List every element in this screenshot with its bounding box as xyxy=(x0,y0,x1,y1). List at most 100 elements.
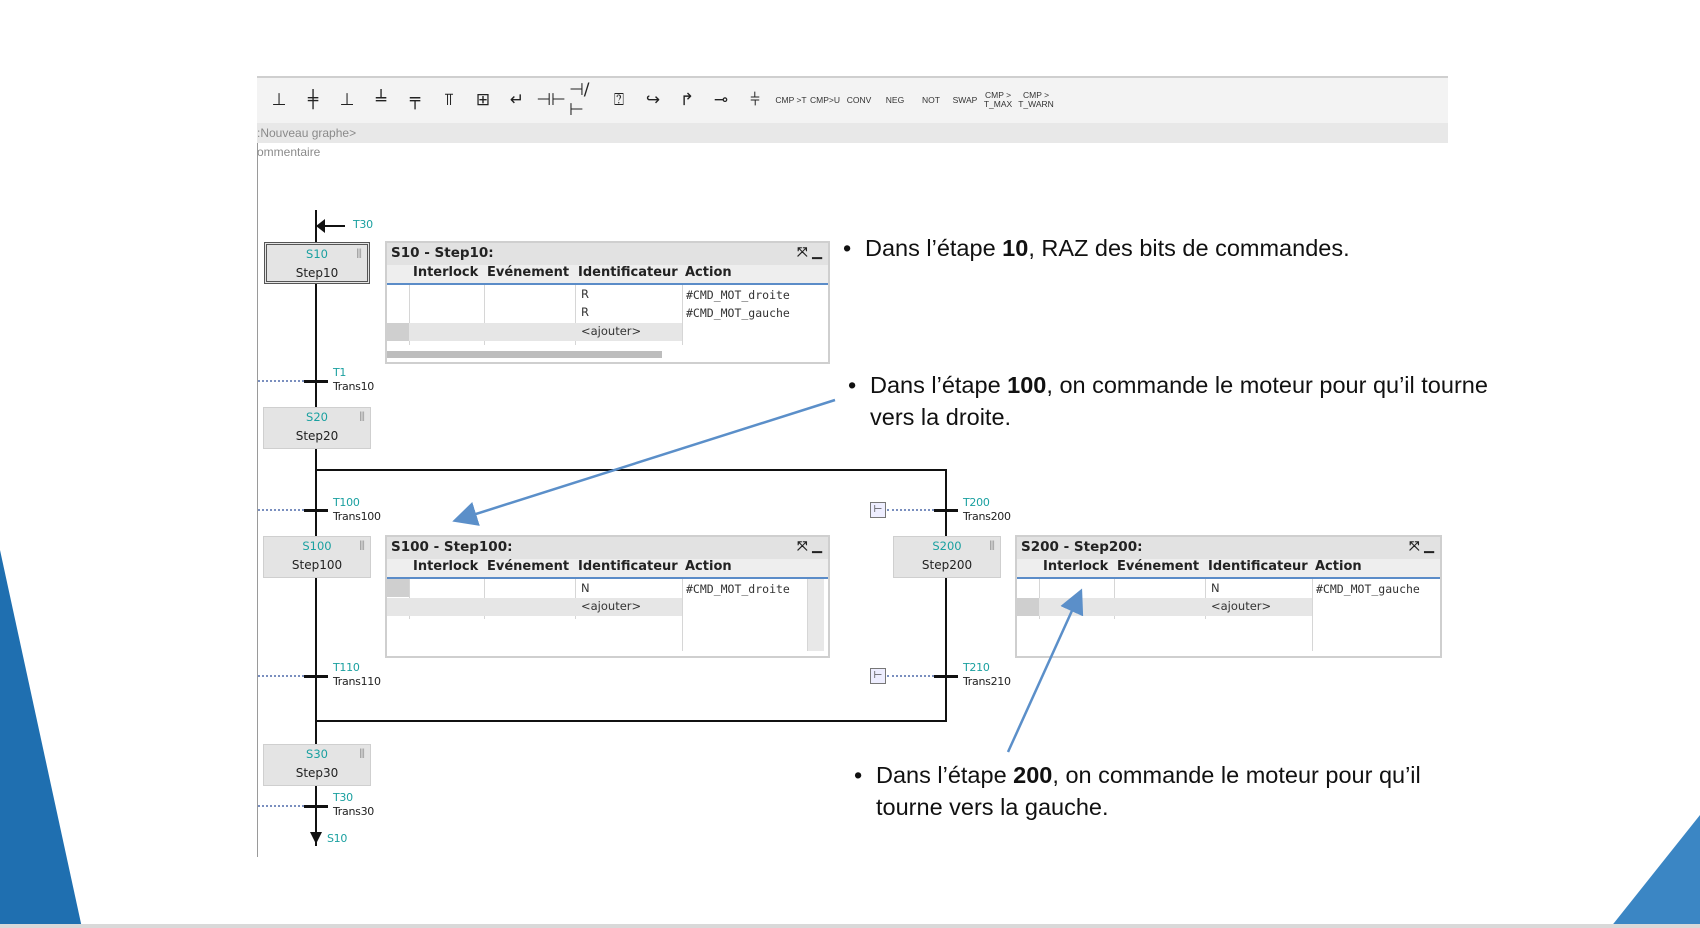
transition-condition-link xyxy=(258,805,304,807)
note-text: Dans l’étape xyxy=(870,372,1008,398)
note-step-number: 200 xyxy=(1013,762,1053,788)
step-s10[interactable]: S10 ||| Step10 xyxy=(264,242,370,284)
comment-field[interactable]: ommentaire xyxy=(257,145,320,159)
col-interlock: Interlock xyxy=(1043,559,1109,577)
note-step-200: • Dans l’étape 200, on commande le moteu… xyxy=(854,759,1421,823)
bullet-icon: • xyxy=(848,372,857,398)
transition-t210[interactable] xyxy=(934,675,958,678)
step-s100[interactable]: S100 ||| Step100 xyxy=(263,536,371,578)
compare-contact-icon[interactable]: ⫩ xyxy=(739,84,771,116)
transition-name: Trans100 xyxy=(333,510,381,523)
insert-step-jump-icon[interactable]: ╧ xyxy=(365,84,397,116)
nc-contact-icon[interactable]: ⊣/⊢ xyxy=(569,80,601,120)
transition-number: T110 xyxy=(333,661,360,674)
panel-header: S100 - Step100: ⤧ ▁ xyxy=(387,537,828,559)
branch-open-line xyxy=(315,469,947,471)
grid-line xyxy=(682,579,683,651)
action-table-s100[interactable]: S100 - Step100: ⤧ ▁ Interlock Evénement … xyxy=(385,535,830,658)
note-text: , on commande le moteur pour qu’il xyxy=(1052,762,1421,788)
cmp-u-button[interactable]: CMP>U xyxy=(809,84,841,116)
add-action-cell[interactable]: <ajouter> xyxy=(581,324,641,338)
col-action: Action xyxy=(685,265,732,283)
action-cell[interactable]: #CMD_MOT_gauche xyxy=(1316,582,1420,596)
transition-t1[interactable] xyxy=(304,380,328,383)
step-s30[interactable]: S30 ||| Step30 xyxy=(263,744,371,786)
neg-button[interactable]: NEG xyxy=(879,84,911,116)
jump-out-arrow-icon xyxy=(310,832,322,844)
action-table-s10[interactable]: S10 - Step10: ⤧ ▁ Interlock Evénement Id… xyxy=(385,241,830,364)
action-cell[interactable]: #CMD_MOT_droite xyxy=(686,288,790,302)
qualifier-cell[interactable]: R xyxy=(581,305,589,319)
empty-box-icon[interactable]: ⍰ xyxy=(603,84,635,116)
insert-step-icon[interactable]: ╪ xyxy=(297,84,329,116)
transition-t110[interactable] xyxy=(304,675,328,678)
step-menu-icon: ||| xyxy=(359,540,365,551)
transition-number: T100 xyxy=(333,496,360,509)
col-interlock: Interlock xyxy=(413,559,479,577)
step-name: Step200 xyxy=(921,558,973,572)
horizontal-scrollbar[interactable] xyxy=(387,351,662,358)
insert-transition-icon[interactable]: ⊥ xyxy=(331,84,363,116)
cmp-t-button[interactable]: CMP >T xyxy=(775,84,807,116)
close-branch-icon[interactable]: ⊞ xyxy=(467,84,499,116)
open-branch-icon[interactable]: ↪ xyxy=(637,84,669,116)
note-step-100: • Dans l’étape 100, on commande le moteu… xyxy=(848,369,1488,433)
jump-in-arrow-icon xyxy=(316,219,325,233)
conv-button[interactable]: CONV xyxy=(843,84,875,116)
note-text: , RAZ des bits de commandes. xyxy=(1028,235,1350,261)
qualifier-cell[interactable]: R xyxy=(581,287,589,301)
note-text: Dans l’étape xyxy=(865,235,1003,261)
cmp-tmax-button[interactable]: CMP > T_MAX xyxy=(983,84,1013,116)
row-handle xyxy=(387,323,409,341)
transition-number: T200 xyxy=(963,496,990,509)
step-s200[interactable]: S200 ||| Step200 xyxy=(893,536,1001,578)
insert-branch-icon[interactable]: ⫪ xyxy=(433,84,465,116)
transition-name: Trans210 xyxy=(963,675,1011,688)
swap-button[interactable]: SWAP xyxy=(949,84,981,116)
graph-name-bar[interactable]: :Nouveau graphe> xyxy=(257,123,1448,143)
row-handle xyxy=(387,579,409,597)
step-menu-icon: ||| xyxy=(359,411,365,422)
step-number: S20 xyxy=(306,410,328,424)
action-table-s200[interactable]: S200 - Step200: ⤧ ▁ Interlock Evénement … xyxy=(1015,535,1442,658)
transition-condition-link xyxy=(887,675,934,677)
slide-corner-right xyxy=(1610,815,1700,928)
no-contact-icon[interactable]: ⊣⊢ xyxy=(535,84,567,116)
insert-stop-icon[interactable]: ╤ xyxy=(399,84,431,116)
transition-t30[interactable] xyxy=(304,805,328,808)
qualifier-cell[interactable]: N xyxy=(1211,581,1220,595)
insert-step-transition-icon[interactable]: ⊥ xyxy=(263,84,295,116)
add-action-cell[interactable]: <ajouter> xyxy=(581,599,641,613)
close-branch-line-icon[interactable]: ↱ xyxy=(671,84,703,116)
header-underline xyxy=(387,577,828,579)
step-number: S200 xyxy=(932,539,962,553)
step-s20[interactable]: S20 ||| Step20 xyxy=(263,407,371,449)
transition-name: Trans30 xyxy=(333,805,374,818)
transition-name: Trans110 xyxy=(333,675,381,688)
note-step-number: 10 xyxy=(1002,235,1029,261)
transition-number: T210 xyxy=(963,661,990,674)
panel-window-icons[interactable]: ⤧ ▁ xyxy=(797,539,822,554)
slide-bottom-line xyxy=(0,924,1700,928)
panel-window-icons[interactable]: ⤧ ▁ xyxy=(1409,539,1434,554)
step-number: S30 xyxy=(306,747,328,761)
jump-icon[interactable]: ↵ xyxy=(501,84,533,116)
vertical-scrollbar[interactable] xyxy=(808,579,824,651)
not-button[interactable]: NOT xyxy=(915,84,947,116)
cmp-twarn-button[interactable]: CMP > T_WARN xyxy=(1018,84,1054,116)
panel-window-icons[interactable]: ⤧ ▁ xyxy=(797,245,822,260)
step-name: Step30 xyxy=(295,766,339,780)
col-evenement: Evénement xyxy=(1117,559,1200,577)
action-cell[interactable]: #CMD_MOT_droite xyxy=(686,582,790,596)
panel-header: S10 - Step10: ⤧ ▁ xyxy=(387,243,828,265)
qualifier-cell[interactable]: N xyxy=(581,581,590,595)
transition-t100[interactable] xyxy=(304,509,328,512)
add-action-cell[interactable]: <ajouter> xyxy=(1211,599,1271,613)
action-cell[interactable]: #CMD_MOT_gauche xyxy=(686,306,790,320)
grid-line xyxy=(1312,579,1313,651)
col-action: Action xyxy=(685,559,732,577)
condition-jump-icon[interactable]: ⊢ xyxy=(870,668,886,684)
transition-t200[interactable] xyxy=(934,509,958,512)
coil-icon[interactable]: ⊸ xyxy=(705,84,737,116)
condition-jump-icon[interactable]: ⊢ xyxy=(870,502,886,518)
